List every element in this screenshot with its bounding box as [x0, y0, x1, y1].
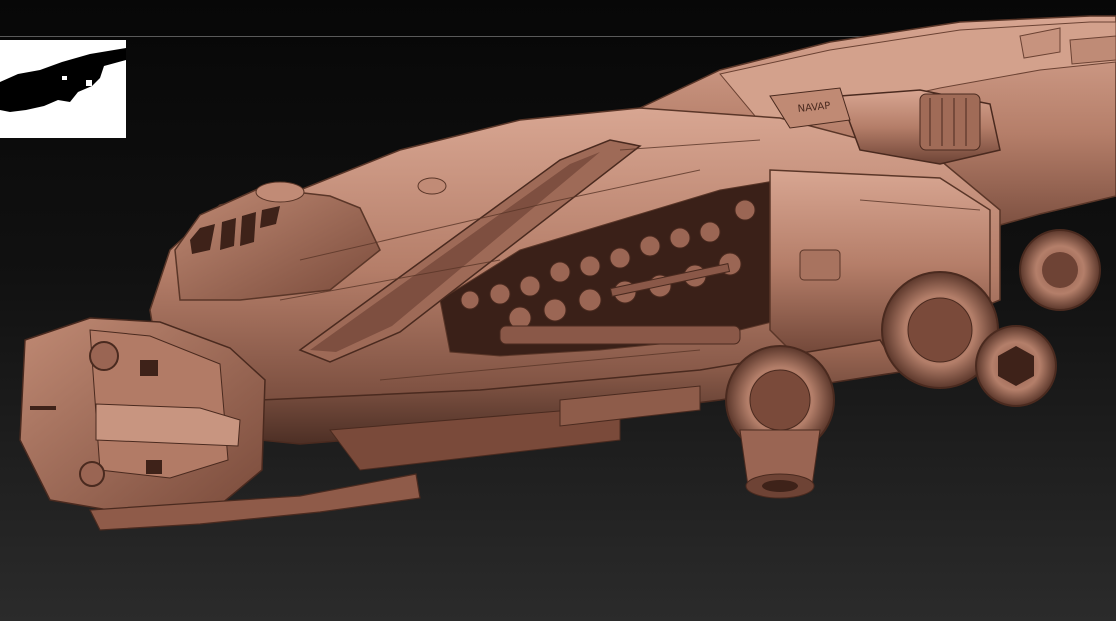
dropship-sculpt-icon[interactable]: NAVAP	[0, 0, 1116, 621]
document-canvas[interactable]: NAVAP	[0, 0, 1116, 621]
engine-front	[725, 345, 835, 499]
